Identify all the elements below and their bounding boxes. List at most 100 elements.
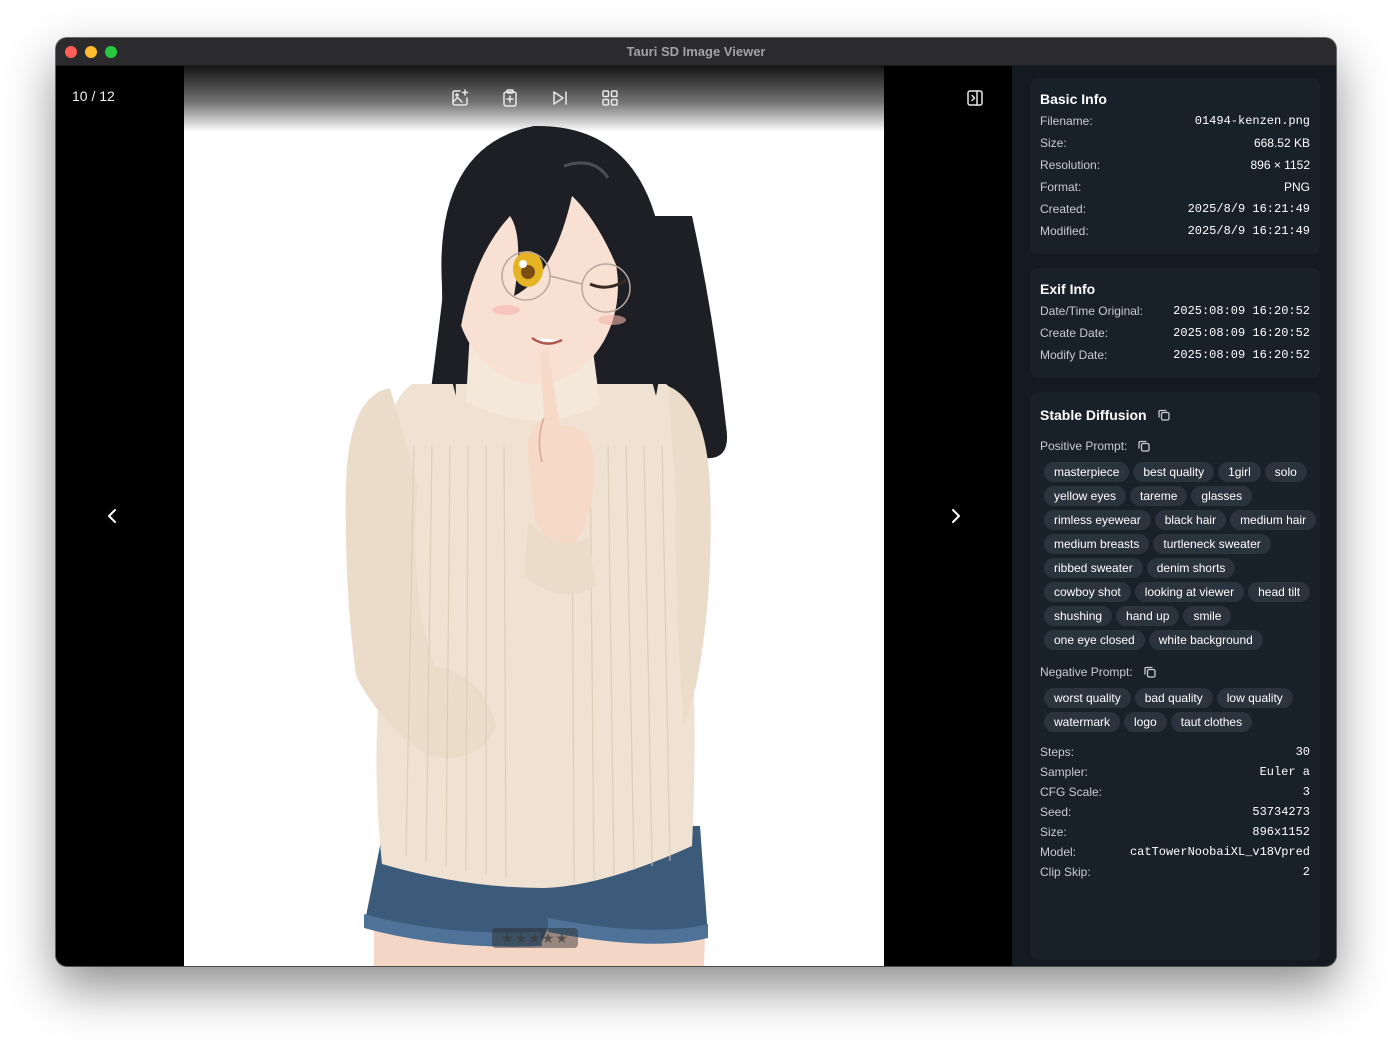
param-label: Clip Skip: <box>1040 865 1091 879</box>
info-label: Format: <box>1040 180 1082 194</box>
image-counter: 10 / 12 <box>72 88 115 104</box>
prompt-tag[interactable]: best quality <box>1133 462 1215 482</box>
app-window: Tauri SD Image Viewer 10 / 12 ★★★★★ Basi… <box>56 38 1336 966</box>
exif-info-card: Exif Info Date/Time Original: 2025:08:09 … <box>1030 268 1320 378</box>
negative-prompt-label: Negative Prompt: <box>1040 665 1133 679</box>
param-row: Model: catTowerNoobaiXL_v18Vpred <box>1040 842 1310 862</box>
skip-forward-icon <box>553 91 567 105</box>
prompt-tag[interactable]: head tilt <box>1248 582 1311 602</box>
negative-prompt-header: Negative Prompt: <box>1040 660 1310 684</box>
prompt-tag[interactable]: 1girl <box>1218 462 1261 482</box>
previous-image-button[interactable] <box>97 501 127 531</box>
prompt-tag[interactable]: black hair <box>1154 510 1227 530</box>
param-value: 3 <box>1302 785 1310 799</box>
info-value: 668.52 KB <box>1253 136 1310 150</box>
param-label: CFG Scale: <box>1040 785 1103 799</box>
negative-tag-list: worst quality bad quality low quality water… <box>1044 688 1320 732</box>
basic-info-title: Basic Info <box>1040 91 1107 107</box>
prompt-tag[interactable]: tareme <box>1130 486 1188 506</box>
info-label: Created: <box>1040 202 1087 216</box>
next-image-button[interactable] <box>941 501 971 531</box>
info-value: 2025:08:09 16:20:52 <box>1173 304 1310 318</box>
positive-tag-list: masterpiece best quality 1girl solo yellow e… <box>1044 462 1320 650</box>
copy-negative-button[interactable] <box>1143 665 1157 679</box>
info-value: 2025:08:09 16:20:52 <box>1173 348 1310 362</box>
image-edit-button[interactable] <box>450 88 470 108</box>
prompt-tag[interactable]: rimless eyewear <box>1044 510 1151 530</box>
prompt-tag[interactable]: bad quality <box>1134 688 1213 708</box>
window-title: Tauri SD Image Viewer <box>626 44 766 59</box>
prompt-tag[interactable]: looking at viewer <box>1134 582 1245 602</box>
param-value: 30 <box>1295 745 1310 759</box>
copy-to-clipboard-button[interactable] <box>500 88 520 108</box>
param-label: Model: <box>1040 845 1077 859</box>
rating-stars[interactable]: ★★★★★ <box>501 930 569 946</box>
param-value: 53734273 <box>1252 805 1310 819</box>
prompt-tag[interactable]: hand up <box>1116 606 1180 626</box>
info-label: Modify Date: <box>1040 348 1108 362</box>
info-sidebar: Basic Info Filename: 01494-kenzen.png Siz… <box>1012 66 1336 966</box>
prompt-tag[interactable]: low quality <box>1216 688 1293 708</box>
prompt-tag[interactable]: taut clothes <box>1170 712 1253 732</box>
param-value: catTowerNoobaiXL_v18Vpred <box>1129 845 1310 859</box>
info-row: Modified: 2025/8/9 16:21:49 <box>1040 220 1310 242</box>
copy-icon <box>1144 666 1156 678</box>
param-row: Clip Skip: 2 <box>1040 862 1310 882</box>
title-bar[interactable]: Tauri SD Image Viewer <box>56 38 1336 66</box>
prompt-tag[interactable]: yellow eyes <box>1044 486 1127 506</box>
param-label: Sampler: <box>1040 765 1089 779</box>
info-row: Format: PNG <box>1040 176 1310 198</box>
prompt-tag[interactable]: cowboy shot <box>1044 582 1131 602</box>
copy-icon <box>1157 409 1170 421</box>
grid-icon <box>602 90 618 106</box>
copy-all-button[interactable] <box>1157 408 1171 422</box>
param-label: Seed: <box>1040 805 1072 819</box>
generation-params: Steps: 30 Sampler: Euler a CFG Scale: 3 See… <box>1040 742 1310 882</box>
info-row: Create Date: 2025:08:09 16:20:52 <box>1040 322 1310 344</box>
prompt-tag[interactable]: turtleneck sweater <box>1153 534 1271 554</box>
prompt-tag[interactable]: watermark <box>1044 712 1121 732</box>
param-row: CFG Scale: 3 <box>1040 782 1310 802</box>
prompt-tag[interactable]: medium hair <box>1230 510 1317 530</box>
param-row: Steps: 30 <box>1040 742 1310 762</box>
info-label: Date/Time Original: <box>1040 304 1143 318</box>
info-label: Resolution: <box>1040 158 1101 172</box>
prompt-tag[interactable]: medium breasts <box>1044 534 1150 554</box>
prompt-tag[interactable]: one eye closed <box>1044 630 1145 650</box>
prompt-tag[interactable]: ribbed sweater <box>1044 558 1143 578</box>
copy-icon <box>1138 440 1151 452</box>
basic-info-card: Basic Info Filename: 01494-kenzen.png Siz… <box>1030 78 1320 254</box>
prompt-tag[interactable]: worst quality <box>1044 688 1131 708</box>
param-value: 896x1152 <box>1252 825 1310 839</box>
toggle-sidebar-button[interactable] <box>965 88 985 108</box>
next-frame-button[interactable] <box>550 88 570 108</box>
image-canvas[interactable] <box>184 66 884 966</box>
param-label: Size: <box>1040 825 1067 839</box>
toolbar-overlay <box>56 66 1012 132</box>
prompt-tag[interactable]: glasses <box>1191 486 1253 506</box>
info-label: Modified: <box>1040 224 1089 238</box>
param-row: Seed: 53734273 <box>1040 802 1310 822</box>
param-row: Sampler: Euler a <box>1040 762 1310 782</box>
stable-diffusion-heading: Stable Diffusion <box>1040 404 1310 426</box>
prompt-tag[interactable]: shushing <box>1044 606 1113 626</box>
info-row: Created: 2025/8/9 16:21:49 <box>1040 198 1310 220</box>
info-value: 2025/8/9 16:21:49 <box>1187 224 1310 238</box>
prompt-tag[interactable]: denim shorts <box>1146 558 1236 578</box>
param-label: Steps: <box>1040 745 1075 759</box>
prompt-tag[interactable]: masterpiece <box>1044 462 1130 482</box>
param-row: Size: 896x1152 <box>1040 822 1310 842</box>
info-label: Size: <box>1040 136 1067 150</box>
param-value: 2 <box>1302 865 1310 879</box>
image-viewer: 10 / 12 ★★★★★ <box>56 66 1012 966</box>
prompt-tag[interactable]: solo <box>1264 462 1307 482</box>
prompt-tag[interactable]: logo <box>1124 712 1167 732</box>
info-label: Filename: <box>1040 114 1093 128</box>
info-row: Filename: 01494-kenzen.png <box>1040 110 1310 132</box>
grid-view-button[interactable] <box>600 88 620 108</box>
prompt-tag[interactable]: smile <box>1183 606 1232 626</box>
prompt-tag[interactable]: white background <box>1148 630 1263 650</box>
info-value: PNG <box>1283 180 1310 194</box>
copy-positive-button[interactable] <box>1137 439 1151 453</box>
star-rating[interactable]: ★★★★★ <box>492 928 578 948</box>
